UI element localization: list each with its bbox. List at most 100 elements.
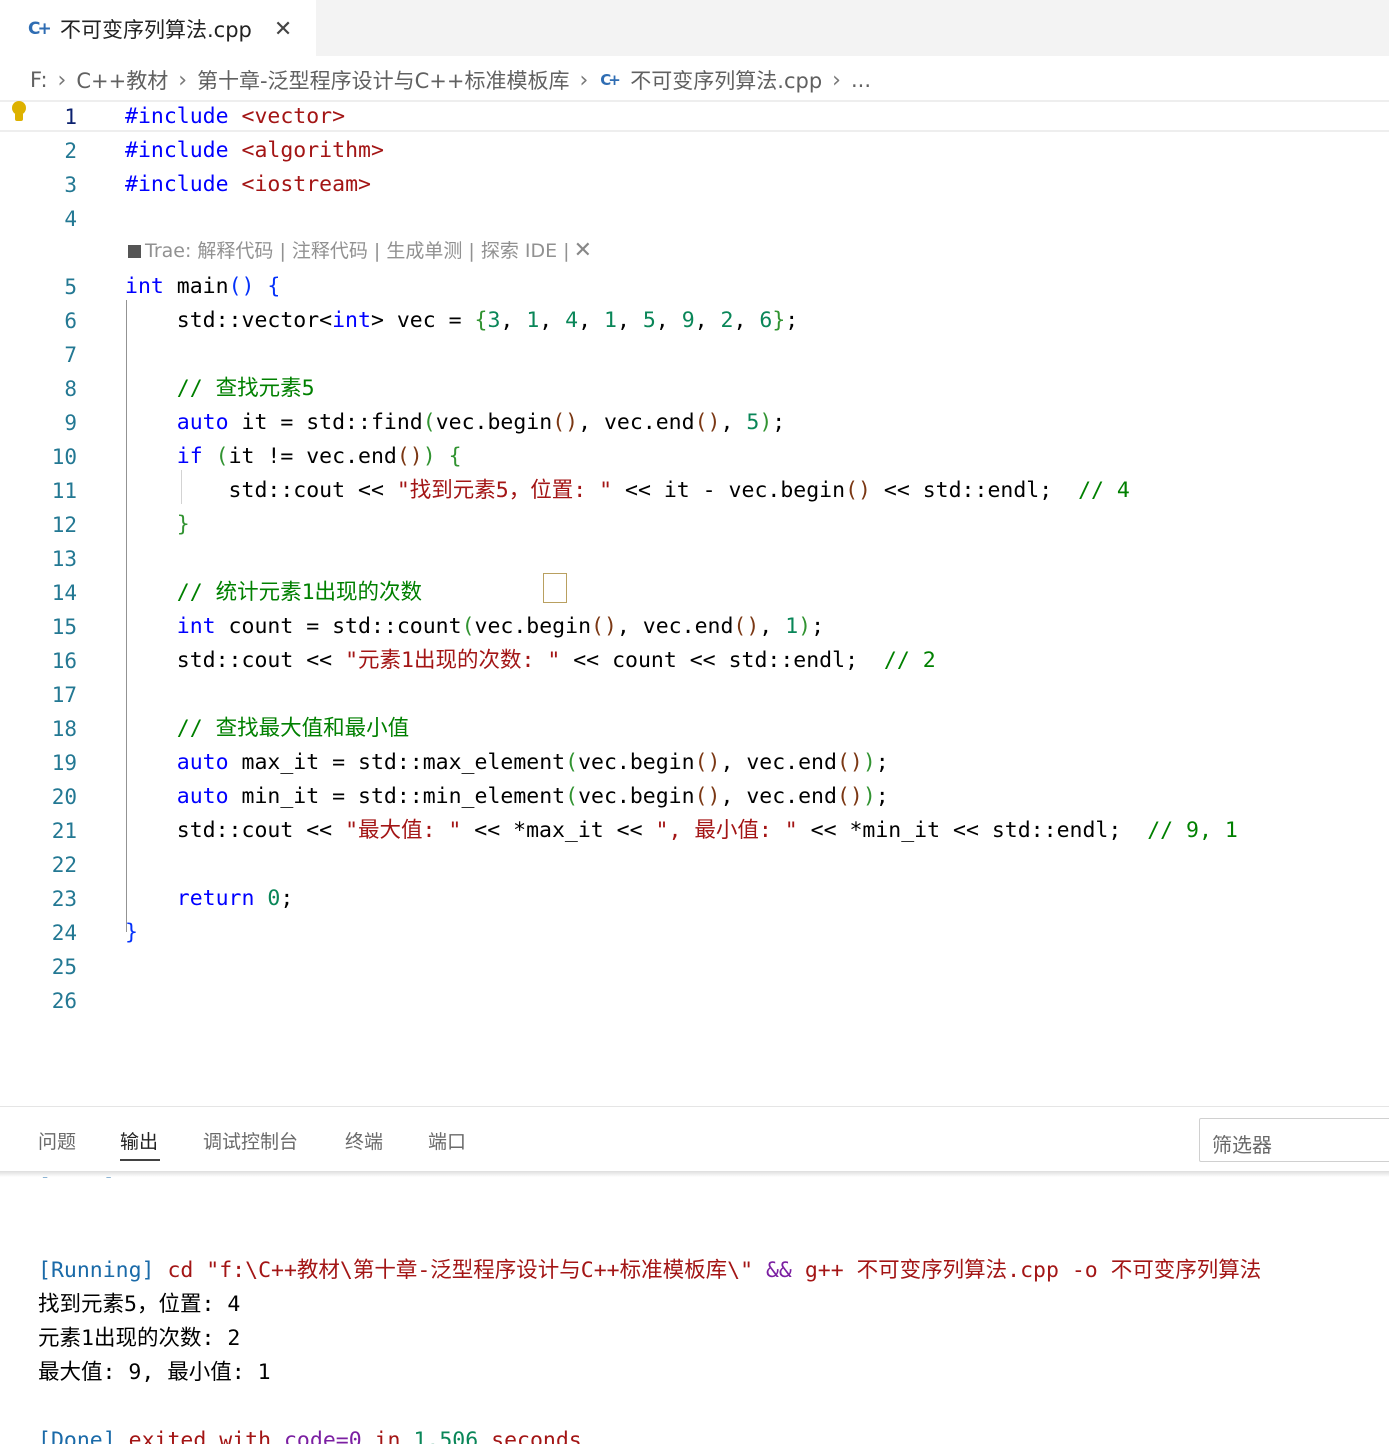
code-line[interactable]: 21 std::cout << "最大值: " << *max_it << ",… — [0, 814, 1389, 848]
code-token: > vec = — [370, 308, 475, 333]
line-number[interactable]: 9 — [0, 406, 77, 440]
tab-output[interactable]: 输出 — [120, 1127, 158, 1154]
line-number[interactable]: 1 — [0, 100, 77, 134]
code-token: ( — [215, 444, 229, 469]
code-token: , — [500, 308, 527, 333]
tab-problems[interactable]: 问题 — [38, 1127, 76, 1154]
line-number[interactable]: 11 — [0, 474, 77, 508]
code-token: ) — [422, 444, 436, 469]
code-line[interactable]: 6 std::vector<int> vec = {3, 1, 4, 1, 5,… — [0, 304, 1389, 338]
line-number[interactable]: 12 — [0, 508, 77, 542]
code-line[interactable]: 25 — [0, 950, 1389, 984]
code-line[interactable]: 15 int count = std::count(vec.begin(), v… — [0, 610, 1389, 644]
codelens-bar[interactable]: Trae: 解释代码 | 注释代码 | 生成单测 | 探索 IDE | ✕ — [128, 236, 592, 266]
code-line[interactable]: 3 #include <iostream> — [0, 168, 1389, 202]
output-token: code=0 — [283, 1428, 362, 1444]
line-number[interactable]: 23 — [0, 882, 77, 916]
breadcrumb-symbols[interactable]: ... — [851, 68, 871, 92]
code-line[interactable]: 23 return 0; — [0, 882, 1389, 916]
code-line[interactable]: 12 } — [0, 508, 1389, 542]
code-line[interactable]: 4 — [0, 202, 1389, 236]
code-editor[interactable]: Trae: 解释代码 | 注释代码 | 生成单测 | 探索 IDE | ✕ 1 #… — [0, 100, 1389, 1105]
output-line: 最大值: 9, 最小值: 1 — [38, 1356, 271, 1390]
close-icon[interactable]: ✕ — [274, 17, 292, 42]
line-number[interactable]: 7 — [0, 338, 77, 372]
code-line[interactable]: 24} — [0, 916, 1389, 950]
code-token: () — [552, 410, 579, 435]
close-icon[interactable]: ✕ — [574, 236, 592, 266]
code-line[interactable]: 26 — [0, 984, 1389, 1018]
chevron-right-icon: › — [579, 67, 589, 93]
line-number[interactable]: 16 — [0, 644, 77, 678]
code-line[interactable]: 22 — [0, 848, 1389, 882]
output-token — [844, 1258, 857, 1283]
output-token: 不可变序列算法.cpp — [856, 1258, 1059, 1283]
line-number[interactable]: 25 — [0, 950, 77, 984]
code-line[interactable]: 1 #include <vector> — [0, 100, 1389, 134]
code-token: ; — [772, 410, 786, 435]
code-line[interactable]: 8 // 查找元素5 — [0, 372, 1389, 406]
active-tab-indicator — [120, 1159, 160, 1161]
line-number[interactable]: 20 — [0, 780, 77, 814]
line-number[interactable]: 15 — [0, 610, 77, 644]
code-line[interactable]: 18 // 查找最大值和最小值 — [0, 712, 1389, 746]
code-token: int — [125, 614, 216, 639]
breadcrumb-folder-textbook[interactable]: C++教材 — [76, 65, 168, 95]
cpp-file-icon: C+ — [600, 71, 621, 89]
code-token: 5 — [746, 410, 760, 435]
filter-input[interactable]: 筛选器 — [1199, 1118, 1389, 1162]
code-token: // 9, 1 — [1147, 818, 1238, 843]
code-line[interactable]: 16 std::cout << "元素1出现的次数: " << count <<… — [0, 644, 1389, 678]
code-token: #include — [125, 172, 229, 197]
output-token — [792, 1258, 805, 1283]
tab-terminal[interactable]: 终端 — [345, 1127, 383, 1154]
line-number[interactable]: 8 — [0, 372, 77, 406]
line-number[interactable]: 21 — [0, 814, 77, 848]
line-number[interactable]: 17 — [0, 678, 77, 712]
line-number[interactable]: 13 — [0, 542, 77, 576]
code-line[interactable]: 5 int main() { — [0, 270, 1389, 304]
line-number[interactable]: 19 — [0, 746, 77, 780]
line-number[interactable]: 3 — [0, 168, 77, 202]
tab-ports[interactable]: 端口 — [428, 1127, 466, 1154]
line-number[interactable]: 18 — [0, 712, 77, 746]
code-token: << it - vec.begin — [612, 478, 846, 503]
line-number[interactable]: 6 — [0, 304, 77, 338]
editor-tab[interactable]: C+ 不可变序列算法.cpp ✕ — [0, 0, 316, 58]
breadcrumb-folder-chapter[interactable]: 第十章-泛型程序设计与C++标准模板库 — [197, 65, 569, 95]
line-number[interactable]: 5 — [0, 270, 77, 304]
code-line[interactable]: 10 if (it != vec.end()) { — [0, 440, 1389, 474]
line-number[interactable]: 2 — [0, 134, 77, 168]
trae-icon — [128, 244, 141, 258]
line-number[interactable]: 10 — [0, 440, 77, 474]
output-token — [1098, 1258, 1111, 1283]
tab-debug-console[interactable]: 调试控制台 — [203, 1127, 298, 1154]
line-number[interactable]: 22 — [0, 848, 77, 882]
code-token: () — [694, 750, 721, 775]
output-console[interactable]: [Done] exited with code=0 in 1.617 secon… — [0, 1173, 1389, 1444]
output-token: [Done] — [38, 1428, 116, 1444]
line-number[interactable]: 14 — [0, 576, 77, 610]
line-number[interactable]: 4 — [0, 202, 77, 236]
code-line[interactable]: 7 — [0, 338, 1389, 372]
line-number[interactable]: 26 — [0, 984, 77, 1018]
breadcrumb-file[interactable]: 不可变序列算法.cpp — [630, 65, 822, 95]
code-token: ) — [862, 784, 876, 809]
code-line[interactable]: 20 auto min_it = std::min_element(vec.be… — [0, 780, 1389, 814]
output-token: 找到元素5，位置: 4 — [38, 1292, 241, 1317]
code-token: () — [591, 614, 617, 639]
code-token: // 2 — [883, 648, 936, 673]
breadcrumb-drive[interactable]: F: — [30, 68, 48, 92]
code-line[interactable]: 17 — [0, 678, 1389, 712]
line-number[interactable]: 24 — [0, 916, 77, 950]
chevron-right-icon: › — [57, 67, 67, 93]
code-token: } — [125, 920, 138, 945]
code-line[interactable]: 14 // 统计元素1出现的次数 — [0, 576, 1389, 610]
code-line[interactable]: 13 — [0, 542, 1389, 576]
code-line[interactable]: 2 #include <algorithm> — [0, 134, 1389, 168]
codelens-actions[interactable]: Trae: 解释代码 | 注释代码 | 生成单测 | 探索 IDE | — [145, 236, 570, 266]
code-line[interactable]: 19 auto max_it = std::max_element(vec.be… — [0, 746, 1389, 780]
code-line[interactable]: 9 auto it = std::find(vec.begin(), vec.e… — [0, 406, 1389, 440]
code-line[interactable]: 11 std::cout << "找到元素5，位置: " << it - vec… — [0, 474, 1389, 508]
